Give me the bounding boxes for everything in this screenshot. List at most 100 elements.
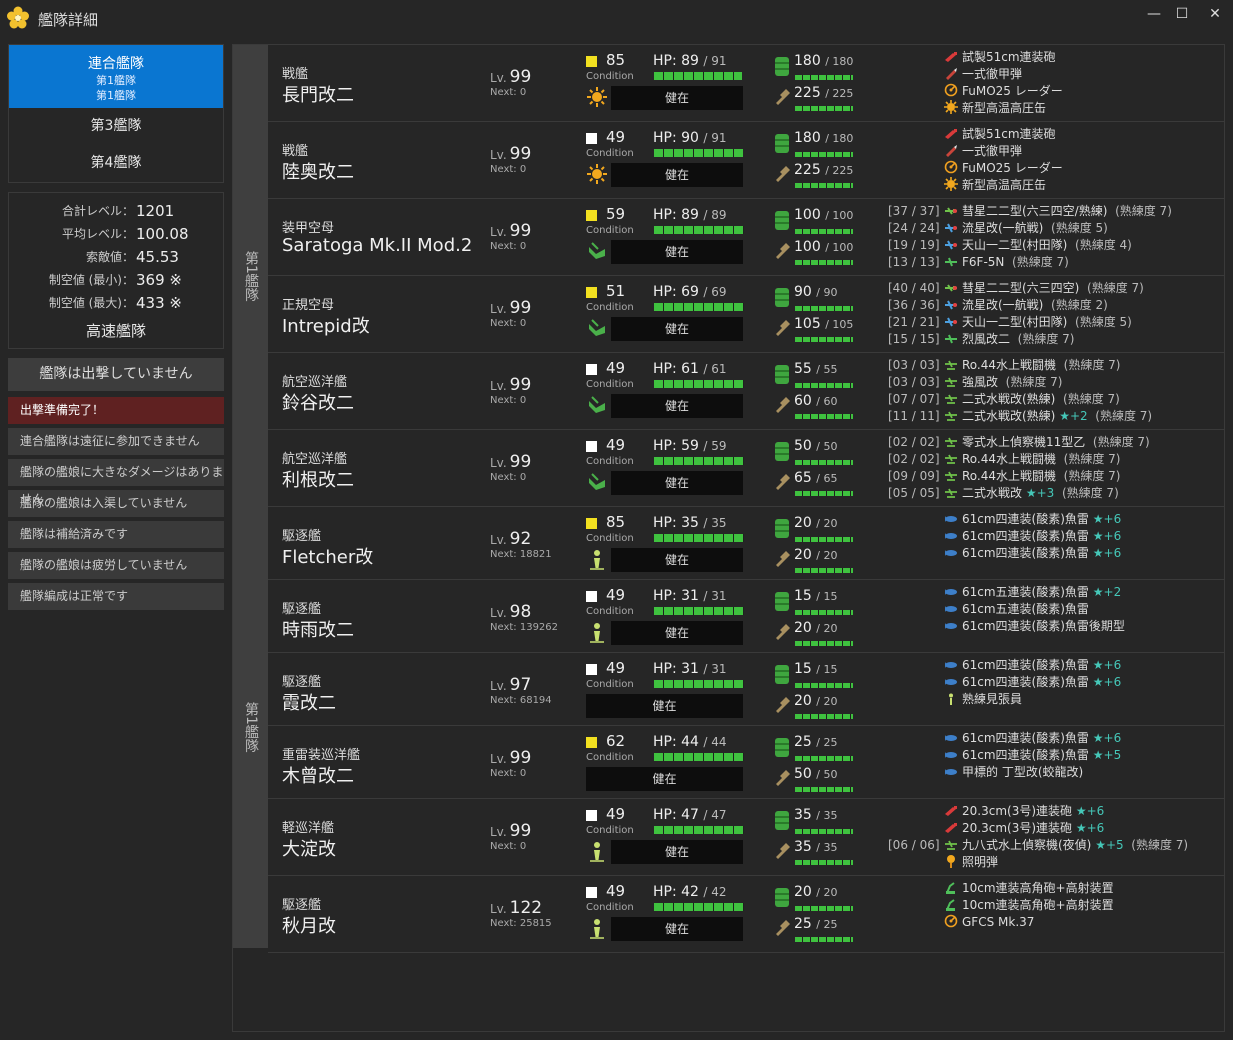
equipment-name: FuMO25 レーダー (962, 84, 1063, 98)
equipment-item[interactable]: 新型高温高圧缶 (888, 100, 1224, 117)
ship-row[interactable]: 軽巡洋艦 大淀改 Lv. 99 Next: 0 49 Condition HP: 47 / 4… (268, 799, 1224, 876)
equipment-name: Ro.44水上戦闘機 (962, 452, 1057, 466)
stat-value: 433 ※ (136, 293, 182, 312)
equipment-item[interactable]: 甲標的 丁型改(蛟龍改) (888, 764, 1224, 781)
slot-count: [13 / 13] (888, 255, 940, 269)
fleet-stats: 合計レベル： 1201 平均レベル： 100.08 索敵値： 45.53 制空値 (最… (8, 192, 224, 349)
equipment-item[interactable]: [40 / 40] 彗星二二型(六三四空) (熟練度 7) (888, 280, 1224, 297)
condition-square (586, 56, 597, 67)
fuel-icon (775, 811, 789, 830)
equipment-item[interactable]: 照明弾 (888, 854, 1224, 871)
equipment-list: [37 / 37] 彗星二二型(六三四空/熟練) (熟練度 7) [24 / 24]… (888, 203, 1224, 271)
equipment-item[interactable]: GFCS Mk.37 (888, 914, 1224, 931)
proficiency: (熟練度 5) (1051, 221, 1108, 235)
aa-gun-icon (944, 899, 958, 911)
equipment-item[interactable]: 61cm四連装(酸素)魚雷 ★+6 (888, 657, 1224, 674)
equipment-item[interactable]: 新型高温高圧缶 (888, 177, 1224, 194)
equipment-item[interactable]: 10cm連装高角砲+高射装置 (888, 897, 1224, 914)
fuel-value: 15 / 15 (794, 588, 838, 604)
condition-square (586, 737, 597, 748)
fuel-value: 100 / 100 (794, 207, 854, 223)
equipment-item[interactable]: 61cm四連装(酸素)魚雷後期型 (888, 618, 1224, 635)
equipment-item[interactable]: [19 / 19] 天山一二型(村田隊) (熟練度 4) (888, 237, 1224, 254)
sortie-status-button[interactable]: 艦隊は出撃していません (8, 358, 224, 391)
equipment-item[interactable]: 61cm四連装(酸素)魚雷 ★+6 (888, 528, 1224, 545)
stat-value: 45.53 (136, 247, 179, 266)
ship-row[interactable]: 航空巡洋艦 鈴谷改二 Lv. 99 Next: 0 49 Condition HP: 61 /… (268, 353, 1224, 430)
slot-count: [21 / 21] (888, 315, 940, 329)
improvement-level: ★+3 (1025, 486, 1055, 500)
improvement-level: ★+6 (1092, 658, 1122, 672)
equipment-list: 61cm四連装(酸素)魚雷 ★+6 61cm四連装(酸素)魚雷 ★+6 熟練見張員 (888, 657, 1224, 708)
equipment-item[interactable]: 20.3cm(3号)連装砲 ★+6 (888, 820, 1224, 837)
ship-row[interactable]: 重雷装巡洋艦 木曾改二 Lv. 99 Next: 0 62 Condition HP: 44 … (268, 726, 1224, 799)
level-value: 92 (509, 529, 532, 549)
equipment-item[interactable]: [09 / 09] Ro.44水上戦闘機 (熟練度 7) (888, 468, 1224, 485)
hp-label: HP: 35 / 35 (653, 515, 727, 531)
equipment-item[interactable]: 20.3cm(3号)連装砲 ★+6 (888, 803, 1224, 820)
equipment-item[interactable]: 61cm五連装(酸素)魚雷 ★+2 (888, 584, 1224, 601)
equipment-item[interactable]: 61cm四連装(酸素)魚雷 ★+6 (888, 730, 1224, 747)
fleet-group-label: 第1艦隊 (233, 507, 268, 948)
equipment-item[interactable]: [15 / 15] 烈風改二 (熟練度 7) (888, 331, 1224, 348)
equipment-item[interactable]: 10cm連装高角砲+高射装置 (888, 880, 1224, 897)
equipment-item[interactable]: [37 / 37] 彗星二二型(六三四空/熟練) (熟練度 7) (888, 203, 1224, 220)
fleet-tab-3[interactable]: 第3艦隊 (9, 108, 223, 145)
ship-row[interactable]: 戦艦 陸奥改二 Lv. 99 Next: 0 49 Condition HP: 90 / 91… (268, 122, 1224, 199)
equipment-name: 61cm五連装(酸素)魚雷 (962, 585, 1089, 599)
torpedo-icon (944, 603, 958, 615)
equipment-item[interactable]: [03 / 03] Ro.44水上戦闘機 (熟練度 7) (888, 357, 1224, 374)
equipment-item[interactable]: FuMO25 レーダー (888, 160, 1224, 177)
maximize-icon[interactable]: ☐ (1172, 4, 1192, 24)
slot-count: [03 / 03] (888, 375, 940, 389)
equipment-item[interactable]: 61cm五連装(酸素)魚雷 (888, 601, 1224, 618)
equipment-item[interactable]: 試製51cm連装砲 (888, 126, 1224, 143)
next-exp: Next: 18821 (490, 549, 552, 560)
equipment-item[interactable]: 一式徹甲弾 (888, 66, 1224, 83)
equipment-name: 強風改 (962, 375, 999, 389)
condition-square (586, 210, 597, 221)
equipment-item[interactable]: 61cm四連装(酸素)魚雷 ★+6 (888, 545, 1224, 562)
fleet-tab-4[interactable]: 第4艦隊 (9, 145, 223, 182)
equipment-item[interactable]: [24 / 24] 流星改(一航戦) (熟練度 5) (888, 220, 1224, 237)
equipment-item[interactable]: 61cm四連装(酸素)魚雷 ★+6 (888, 511, 1224, 528)
equipment-item[interactable]: [05 / 05] 二式水戦改 ★+3 (熟練度 7) (888, 485, 1224, 502)
ship-row[interactable]: 駆逐艦 秋月改 Lv. 122 Next: 25815 49 Condition HP: 42… (268, 876, 1224, 953)
equipment-name: 天山一二型(村田隊) (962, 315, 1068, 329)
ship-row[interactable]: 駆逐艦 時雨改二 Lv. 98 Next: 139262 49 Condition HP: 3… (268, 580, 1224, 653)
equipment-item[interactable]: [02 / 02] 零式水上偵察機11型乙 (熟練度 7) (888, 434, 1224, 451)
equipment-item[interactable]: 熟練見張員 (888, 691, 1224, 708)
torpedo-bomber-icon (944, 239, 958, 251)
ship-row[interactable]: 戦艦 長門改二 Lv. 99 Next: 0 85 Condition HP: 89 / 91… (268, 45, 1224, 122)
equipment-item[interactable]: [07 / 07] 二式水戦改(熟練) (熟練度 7) (888, 391, 1224, 408)
slot-count: [24 / 24] (888, 221, 940, 235)
ship-row[interactable]: 航空巡洋艦 利根改二 Lv. 99 Next: 0 49 Condition HP: 59 /… (268, 430, 1224, 507)
equipment-item[interactable]: 61cm四連装(酸素)魚雷 ★+6 (888, 674, 1224, 691)
equipment-item[interactable]: 61cm四連装(酸素)魚雷 ★+5 (888, 747, 1224, 764)
equipment-item[interactable]: [21 / 21] 天山一二型(村田隊) (熟練度 5) (888, 314, 1224, 331)
equipment-item[interactable]: [02 / 02] Ro.44水上戦闘機 (熟練度 7) (888, 451, 1224, 468)
fuel-value: 180 / 180 (794, 53, 854, 69)
proficiency: (熟練度 7) (1063, 469, 1121, 483)
equipment-item[interactable]: [06 / 06] 九八式水上偵察機(夜偵) ★+5 (熟練度 7) (888, 837, 1224, 854)
ship-name: 陸奥改二 (282, 162, 354, 183)
equipment-item[interactable]: FuMO25 レーダー (888, 83, 1224, 100)
equipment-item[interactable]: [03 / 03] 強風改 (熟練度 7) (888, 374, 1224, 391)
equipment-item[interactable]: [13 / 13] F6F-5N (熟練度 7) (888, 254, 1224, 271)
next-exp: Next: 0 (490, 768, 527, 779)
condition-label: Condition (586, 148, 634, 159)
fuel-bar (795, 152, 853, 157)
close-icon[interactable]: ✕ (1205, 4, 1225, 24)
ship-row[interactable]: 装甲空母 Saratoga Mk.II Mod.2 Lv. 99 Next: 0 59 Co… (268, 199, 1224, 276)
equipment-item[interactable]: [11 / 11] 二式水戦改(熟練) ★+2 (熟練度 7) (888, 408, 1224, 425)
sparkle-sun-icon (586, 86, 608, 108)
fleet-tab-combined[interactable]: 連合艦隊 第1艦隊 第1艦隊 (9, 45, 223, 108)
ship-row[interactable]: 正規空母 Intrepid改 Lv. 99 Next: 0 51 Condition HP: … (268, 276, 1224, 353)
ship-row[interactable]: 駆逐艦 霞改二 Lv. 97 Next: 68194 49 Condition HP: 31 … (268, 653, 1224, 726)
minimize-icon[interactable]: — (1144, 4, 1164, 24)
equipment-item[interactable]: 一式徹甲弾 (888, 143, 1224, 160)
equipment-item[interactable]: 試製51cm連装砲 (888, 49, 1224, 66)
equipment-item[interactable]: [36 / 36] 流星改(一航戦) (熟練度 2) (888, 297, 1224, 314)
seaplane-icon (944, 470, 958, 482)
ship-row[interactable]: 駆逐艦 Fletcher改 Lv. 92 Next: 18821 85 Condition H… (268, 507, 1224, 580)
